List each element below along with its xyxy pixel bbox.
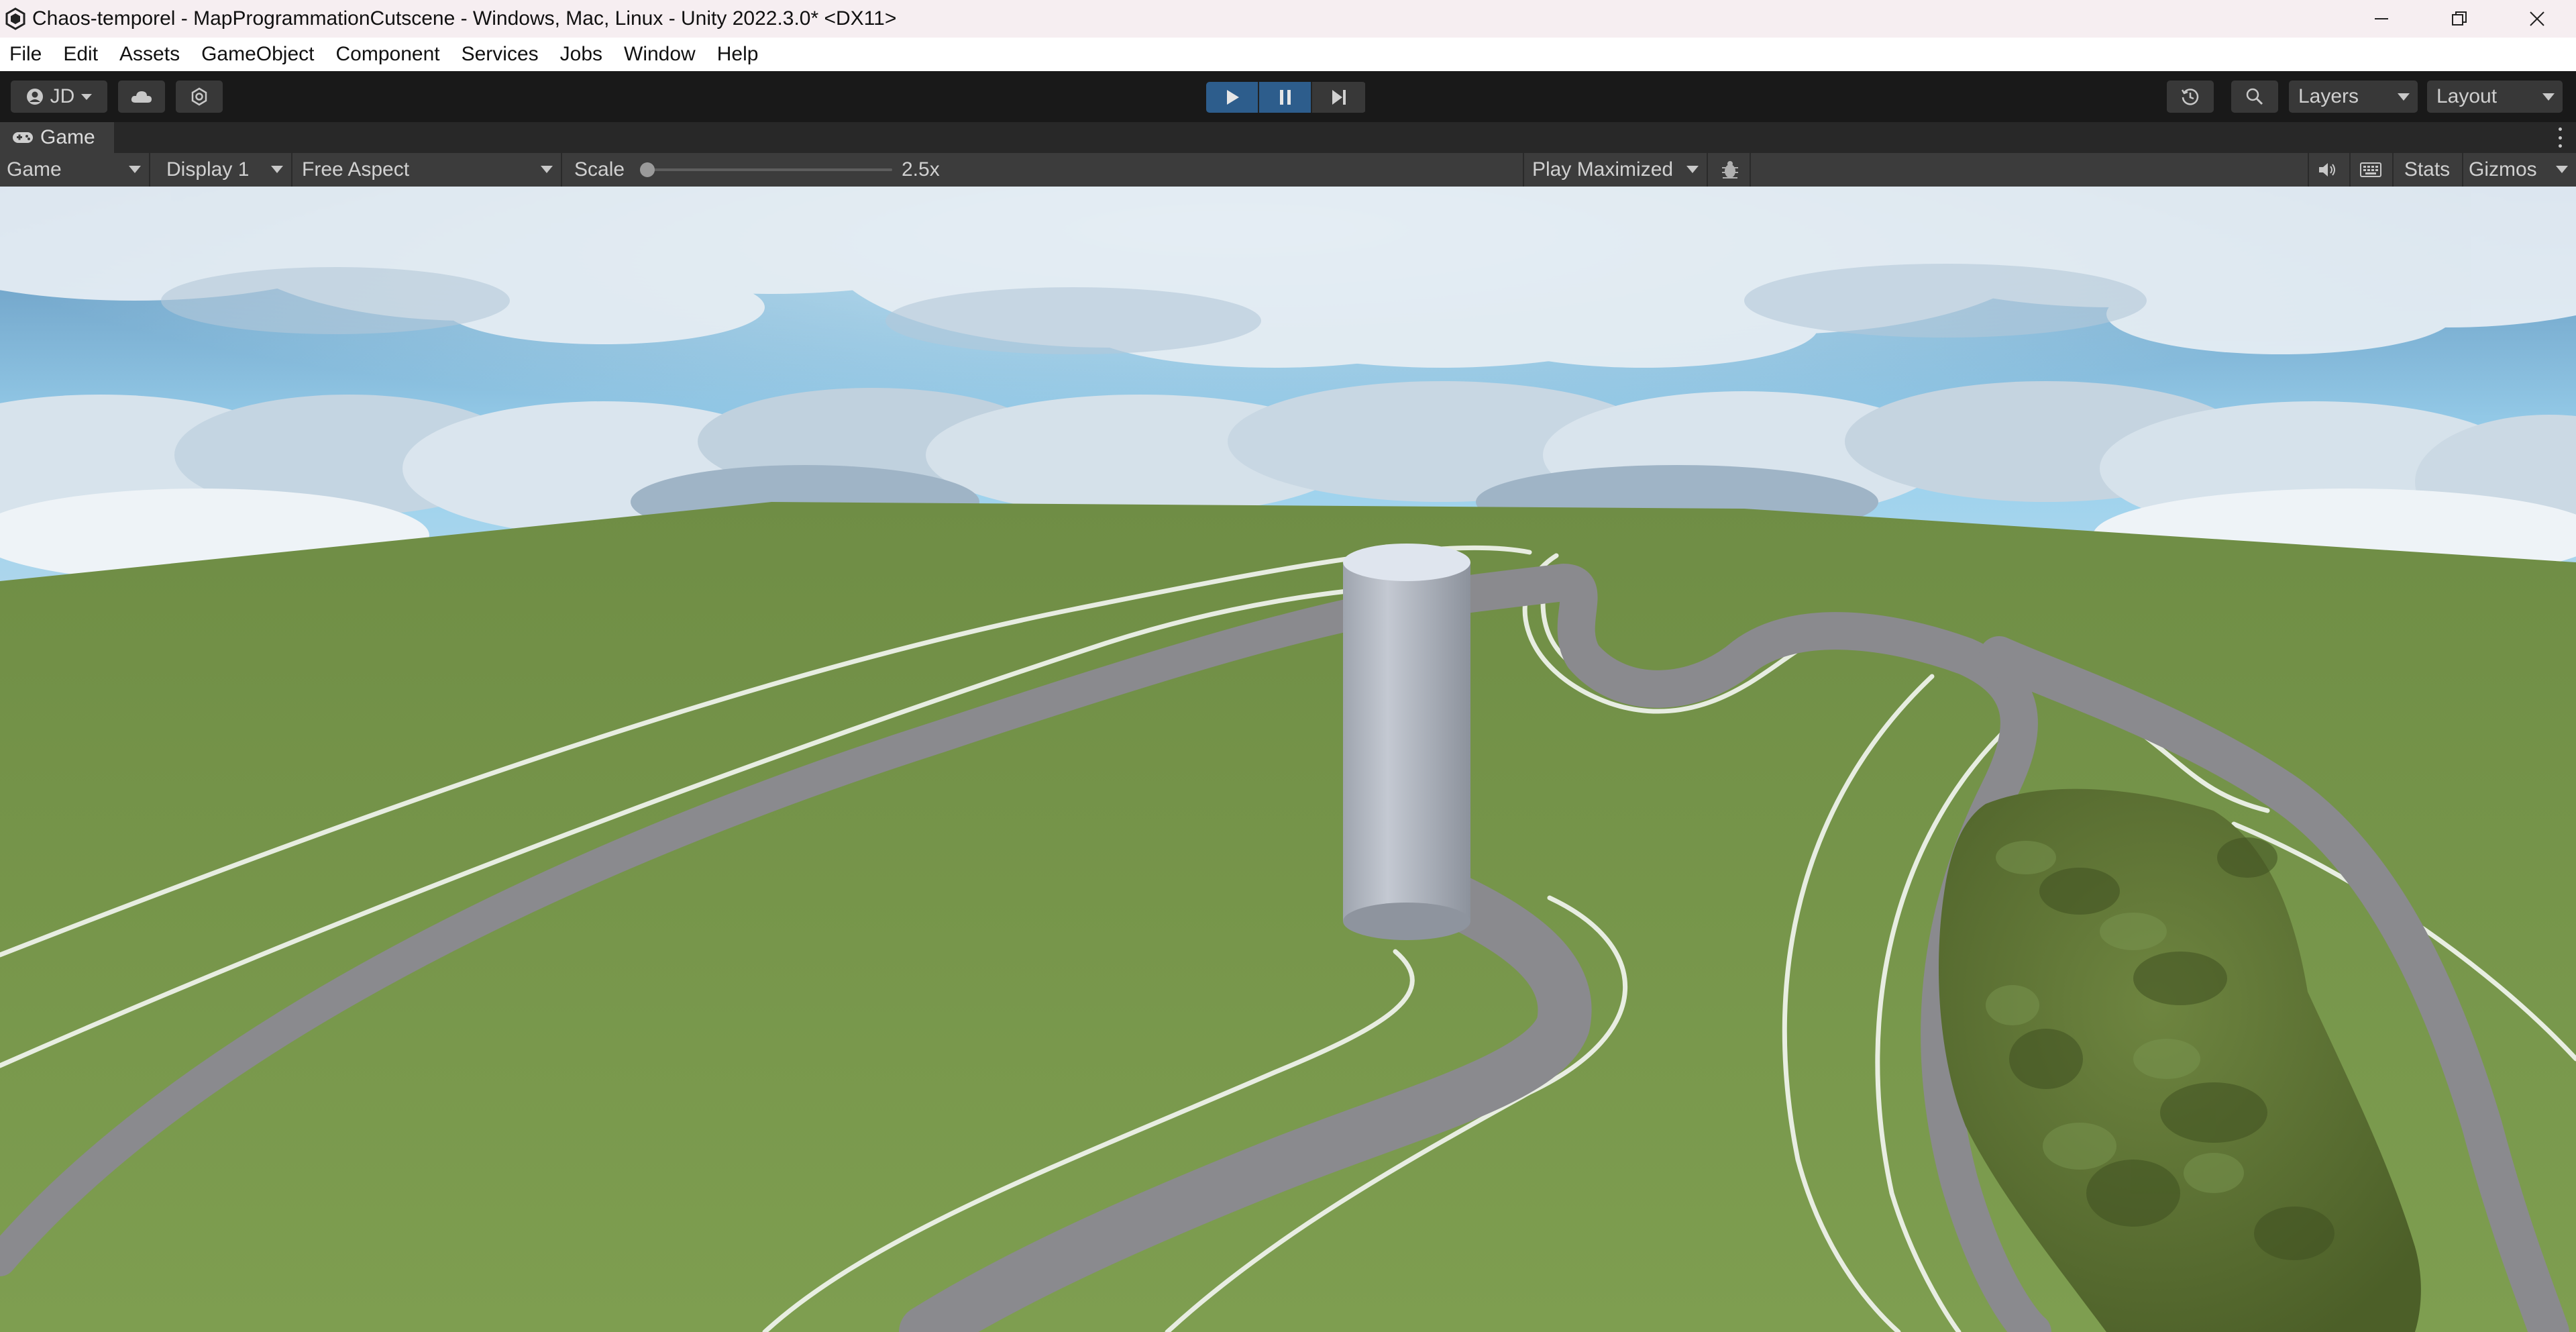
shortcuts-button[interactable] (2349, 153, 2391, 187)
aspect-dropdown[interactable]: Free Aspect (295, 153, 562, 187)
gizmos-label: Gizmos (2469, 158, 2537, 181)
menu-help[interactable]: Help (706, 43, 769, 66)
keyboard-icon (2360, 162, 2381, 177)
pause-button[interactable] (1259, 82, 1312, 113)
chevron-down-icon (541, 166, 553, 173)
gear-icon (191, 87, 207, 106)
restore-button[interactable] (2420, 0, 2498, 38)
restore-icon (2452, 11, 2467, 25)
step-button[interactable] (1312, 82, 1365, 113)
menu-window[interactable]: Window (613, 43, 706, 66)
account-icon (26, 89, 43, 105)
layers-dropdown[interactable]: Layers (2289, 81, 2418, 113)
window-title-bar: Chaos-temporel - MapProgrammationCutscen… (0, 0, 2576, 38)
window-title: Chaos-temporel - MapProgrammationCutscen… (32, 7, 897, 30)
cloud-icon (131, 91, 152, 103)
gamepad-icon (13, 132, 33, 143)
chevron-down-icon (129, 166, 141, 173)
play-icon (1226, 90, 1239, 105)
menu-gameobject[interactable]: GameObject (191, 43, 325, 66)
frame-debugger-button[interactable] (1711, 153, 1751, 187)
view-type-label: Game (7, 158, 62, 181)
scale-label: Scale (574, 158, 625, 181)
gizmos-dropdown[interactable]: Gizmos (2462, 153, 2576, 187)
bug-icon (1722, 161, 1738, 178)
chevron-down-icon (271, 166, 283, 173)
step-icon (1332, 90, 1346, 105)
pillar-cylinder (1343, 544, 1470, 940)
more-options-icon[interactable] (2556, 127, 2564, 148)
view-type-dropdown[interactable]: Game (0, 153, 150, 187)
game-view-toolbar: Game Display 1 Free Aspect Scale 2.5x Pl… (0, 153, 2576, 187)
collab-button[interactable] (176, 81, 223, 113)
undo-history-button[interactable] (2167, 81, 2214, 113)
game-scene (0, 187, 2576, 1332)
menu-file[interactable]: File (0, 43, 52, 66)
scale-slider-track[interactable] (645, 168, 892, 171)
speaker-icon (2319, 163, 2335, 176)
tab-game-label: Game (40, 126, 95, 148)
play-mode-label: Play Maximized (1532, 158, 1674, 181)
history-icon (2181, 89, 2199, 105)
play-mode-dropdown[interactable]: Play Maximized (1523, 153, 1708, 187)
account-dropdown[interactable]: JD (11, 81, 107, 113)
close-button[interactable] (2498, 0, 2576, 38)
play-button[interactable] (1206, 82, 1259, 113)
layout-label: Layout (2436, 85, 2498, 107)
mute-audio-button[interactable] (2308, 153, 2347, 187)
chevron-down-icon (2556, 166, 2568, 173)
menu-bar: File Edit Assets GameObject Component Se… (0, 38, 2576, 71)
chevron-down-icon (81, 94, 93, 100)
unity-logo-icon (5, 7, 25, 30)
pause-icon (1279, 90, 1291, 105)
account-label: JD (50, 85, 75, 107)
minimize-icon (2375, 18, 2388, 19)
main-toolbar: JD Layers Layout (0, 71, 2576, 122)
minimize-button[interactable] (2343, 0, 2420, 38)
search-icon (2246, 88, 2263, 105)
display-dropdown[interactable]: Display 1 (153, 153, 292, 187)
display-label: Display 1 (166, 158, 250, 181)
chevron-down-icon (2542, 93, 2555, 101)
scale-slider-handle[interactable] (640, 162, 655, 177)
search-button[interactable] (2231, 81, 2278, 113)
close-icon (2530, 11, 2544, 26)
tab-game[interactable]: Game (0, 122, 114, 153)
chevron-down-icon (1686, 166, 1699, 173)
cloud-button[interactable] (118, 81, 165, 113)
chevron-down-icon (2398, 93, 2410, 101)
menu-jobs[interactable]: Jobs (549, 43, 613, 66)
stats-label: Stats (2404, 158, 2451, 181)
menu-assets[interactable]: Assets (109, 43, 191, 66)
stats-button[interactable]: Stats (2392, 153, 2461, 187)
game-viewport[interactable] (0, 187, 2576, 1332)
menu-services[interactable]: Services (451, 43, 549, 66)
layout-dropdown[interactable]: Layout (2427, 81, 2563, 113)
menu-edit[interactable]: Edit (52, 43, 109, 66)
scale-value: 2.5x (902, 158, 940, 181)
layers-label: Layers (2298, 85, 2359, 107)
menu-component[interactable]: Component (325, 43, 450, 66)
game-tab-bar: Game (0, 122, 2576, 153)
play-controls (1206, 82, 1366, 113)
aspect-label: Free Aspect (302, 158, 410, 181)
